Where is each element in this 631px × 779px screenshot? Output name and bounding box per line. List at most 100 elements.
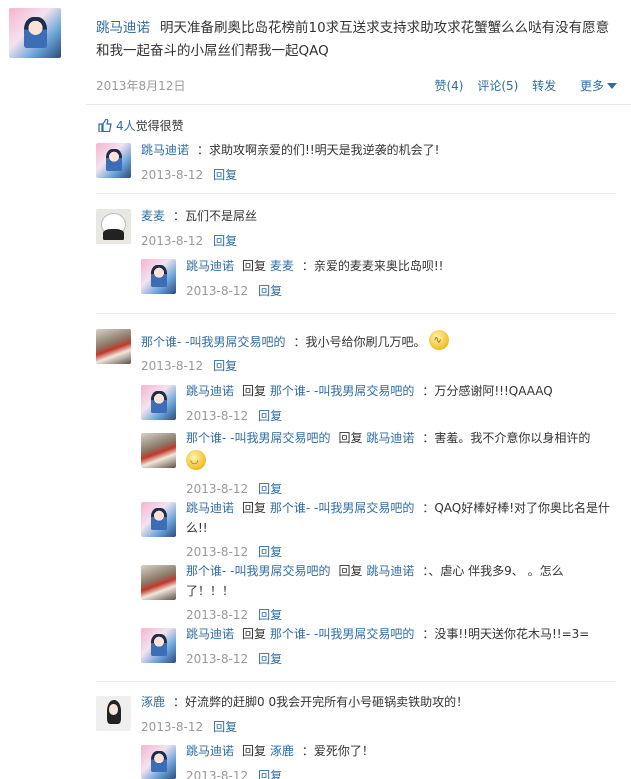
reply-date: 2013-8-12	[186, 409, 249, 423]
post-author-avatar[interactable]	[9, 8, 61, 58]
reply-avatar[interactable]	[141, 565, 176, 600]
forward-button[interactable]: 转发	[532, 79, 556, 93]
comment-author[interactable]: 跳马迪诺	[141, 143, 189, 157]
comment-meta: 2013-8-12 回复	[141, 166, 237, 183]
comment-text: ：我小号给你刷几万吧。	[293, 335, 426, 349]
reply-meta: 2013-8-12 回复	[186, 606, 282, 623]
reply-author[interactable]: 跳马迪诺	[186, 384, 234, 398]
reply-target[interactable]: 那个谁- -叫我男屌交易吧的	[270, 627, 414, 641]
comment-author[interactable]: 那个谁- -叫我男屌交易吧的	[141, 335, 285, 349]
post-author-link[interactable]: 跳马迪诺	[96, 20, 150, 36]
reply-target[interactable]: 跳马迪诺	[366, 431, 414, 445]
reply-author[interactable]: 跳马迪诺	[186, 501, 234, 515]
reply-date: 2013-8-12	[186, 545, 249, 559]
thumbs-up-icon	[98, 119, 112, 132]
divider	[96, 681, 616, 682]
reply-verb: 回复	[242, 384, 267, 398]
reply: 跳马迪诺 回复 那个谁- -叫我男屌交易吧的 ：QAQ好棒好棒!对了你奥比名是什	[186, 498, 610, 518]
reply-avatar[interactable]	[141, 433, 176, 468]
reply: 跳马迪诺 回复 涿鹿 ：爱死你了！	[186, 741, 374, 761]
reply-text: ：万分感谢阿!!!QAAAQ	[422, 384, 553, 398]
reply-verb: 回复	[242, 259, 267, 273]
reply-avatar[interactable]	[141, 385, 176, 420]
reply-avatar[interactable]	[141, 259, 176, 294]
post-body: 跳马迪诺 明天准备刷奥比岛花榜前10求互送求支持求助攻求花蟹蟹么么哒有没有愿意和我…	[96, 17, 616, 63]
reply-target[interactable]: 那个谁- -叫我男屌交易吧的	[270, 501, 414, 515]
comment-text: ：瓦们不是屌丝	[173, 209, 258, 223]
reply-meta: 2013-8-12 回复	[186, 650, 282, 667]
reply-link[interactable]: 回复	[258, 652, 282, 666]
more-button[interactable]: 更多	[570, 79, 617, 93]
reply-link[interactable]: 回复	[213, 720, 237, 734]
reply-avatar[interactable]	[141, 502, 176, 537]
comment-avatar[interactable]	[96, 143, 131, 178]
comment: 那个谁- -叫我男屌交易吧的 ：我小号给你刷几万吧。	[141, 330, 450, 352]
reply-target[interactable]: 麦麦	[270, 259, 294, 273]
comment-avatar[interactable]	[96, 329, 131, 364]
reply-author[interactable]: 跳马迪诺	[186, 259, 234, 273]
comment-date: 2013-8-12	[141, 234, 204, 248]
likes-summary: 4人觉得很赞	[98, 117, 184, 134]
reply-link[interactable]: 回复	[258, 769, 282, 779]
comment-avatar[interactable]	[96, 696, 131, 731]
reply-verb: 回复	[242, 501, 267, 515]
reply-verb: 回复	[242, 627, 267, 641]
comment: 麦麦 ：瓦们不是屌丝	[141, 206, 257, 226]
comment-button[interactable]: 评论(5)	[477, 79, 518, 93]
reply-author[interactable]: 跳马迪诺	[186, 627, 234, 641]
reply-date: 2013-8-12	[186, 608, 249, 622]
reply-target[interactable]: 涿鹿	[270, 744, 294, 758]
likes-count[interactable]: 4人	[116, 119, 136, 133]
comment-date: 2013-8-12	[141, 359, 204, 373]
comment-date: 2013-8-12	[141, 720, 204, 734]
reply-text-continued: 么!!	[186, 521, 208, 535]
reply: 跳马迪诺 回复 麦麦 ：亲爱的麦麦来奥比岛呗!!	[186, 256, 444, 276]
reply-author[interactable]: 跳马迪诺	[186, 744, 234, 758]
reply-link[interactable]: 回复	[258, 545, 282, 559]
reply-author[interactable]: 那个谁- -叫我男屌交易吧的	[186, 564, 330, 578]
reply-emoji-line	[186, 450, 206, 472]
reply-link[interactable]: 回复	[213, 168, 237, 182]
reply-link[interactable]: 回复	[258, 608, 282, 622]
reply-text: ：、虐心 伴我多9、 。怎么	[422, 564, 564, 578]
reply-link[interactable]: 回复	[213, 359, 237, 373]
comment-author[interactable]: 麦麦	[141, 209, 165, 223]
post-text: 明天准备刷奥比岛花榜前10求互送求支持求助攻求花蟹蟹么么哒有没有愿意和我一起奋斗…	[96, 20, 610, 59]
reply-target[interactable]: 跳马迪诺	[366, 564, 414, 578]
post-actions: 赞(4) 评论(5) 转发 更多	[424, 77, 617, 94]
reply-text: ：爱死你了！	[301, 744, 374, 758]
comment: 涿鹿 ：好流弊的赶脚0 0我会开完所有小号砸锅卖铁助攻的！	[141, 692, 468, 712]
reply-text-continued: 了！！！	[186, 584, 235, 598]
reply-meta: 2013-8-12 回复	[186, 407, 282, 424]
reply: 那个谁- -叫我男屌交易吧的 回复 跳马迪诺 ：、虐心 伴我多9、 。怎么	[186, 561, 564, 581]
reply-meta: 2013-8-12 回复	[186, 767, 282, 779]
comment-date: 2013-8-12	[141, 168, 204, 182]
reply: 跳马迪诺 回复 那个谁- -叫我男屌交易吧的 ：没事!!明天送你花木马!!=3=	[186, 624, 589, 644]
more-label: 更多	[579, 79, 604, 93]
comment-meta: 2013-8-12 回复	[141, 357, 237, 374]
reply-text: ：亲爱的麦麦来奥比岛呗!!	[301, 259, 444, 273]
comment-text: ：求助攻啊亲爱的们!!明天是我逆袭的机会了!	[197, 143, 440, 157]
reply-date: 2013-8-12	[186, 652, 249, 666]
reply-author[interactable]: 那个谁- -叫我男屌交易吧的	[186, 431, 330, 445]
chevron-down-icon	[607, 83, 617, 89]
like-button[interactable]: 赞(4)	[434, 79, 463, 93]
comment-meta: 2013-8-12 回复	[141, 232, 237, 249]
reply-target[interactable]: 那个谁- -叫我男屌交易吧的	[270, 384, 414, 398]
reply-date: 2013-8-12	[186, 284, 249, 298]
comment-avatar[interactable]	[96, 209, 131, 244]
reply-verb: 回复	[338, 564, 363, 578]
reply-link[interactable]: 回复	[258, 409, 282, 423]
reply-text: ：没事!!明天送你花木马!!=3=	[422, 627, 590, 641]
comment-author[interactable]: 涿鹿	[141, 695, 165, 709]
reply: 那个谁- -叫我男屌交易吧的 回复 跳马迪诺 ：害羞。我不介意你以身相许的	[186, 428, 590, 448]
divider	[96, 193, 616, 194]
reply: 跳马迪诺 回复 那个谁- -叫我男屌交易吧的 ：万分感谢阿!!!QAAAQ	[186, 381, 553, 401]
reply-avatar[interactable]	[141, 745, 176, 779]
reply-meta: 2013-8-12 回复	[186, 543, 282, 560]
divider	[96, 313, 616, 314]
reply-link[interactable]: 回复	[258, 482, 282, 496]
reply-avatar[interactable]	[141, 628, 176, 663]
reply-link[interactable]: 回复	[258, 284, 282, 298]
reply-link[interactable]: 回复	[213, 234, 237, 248]
